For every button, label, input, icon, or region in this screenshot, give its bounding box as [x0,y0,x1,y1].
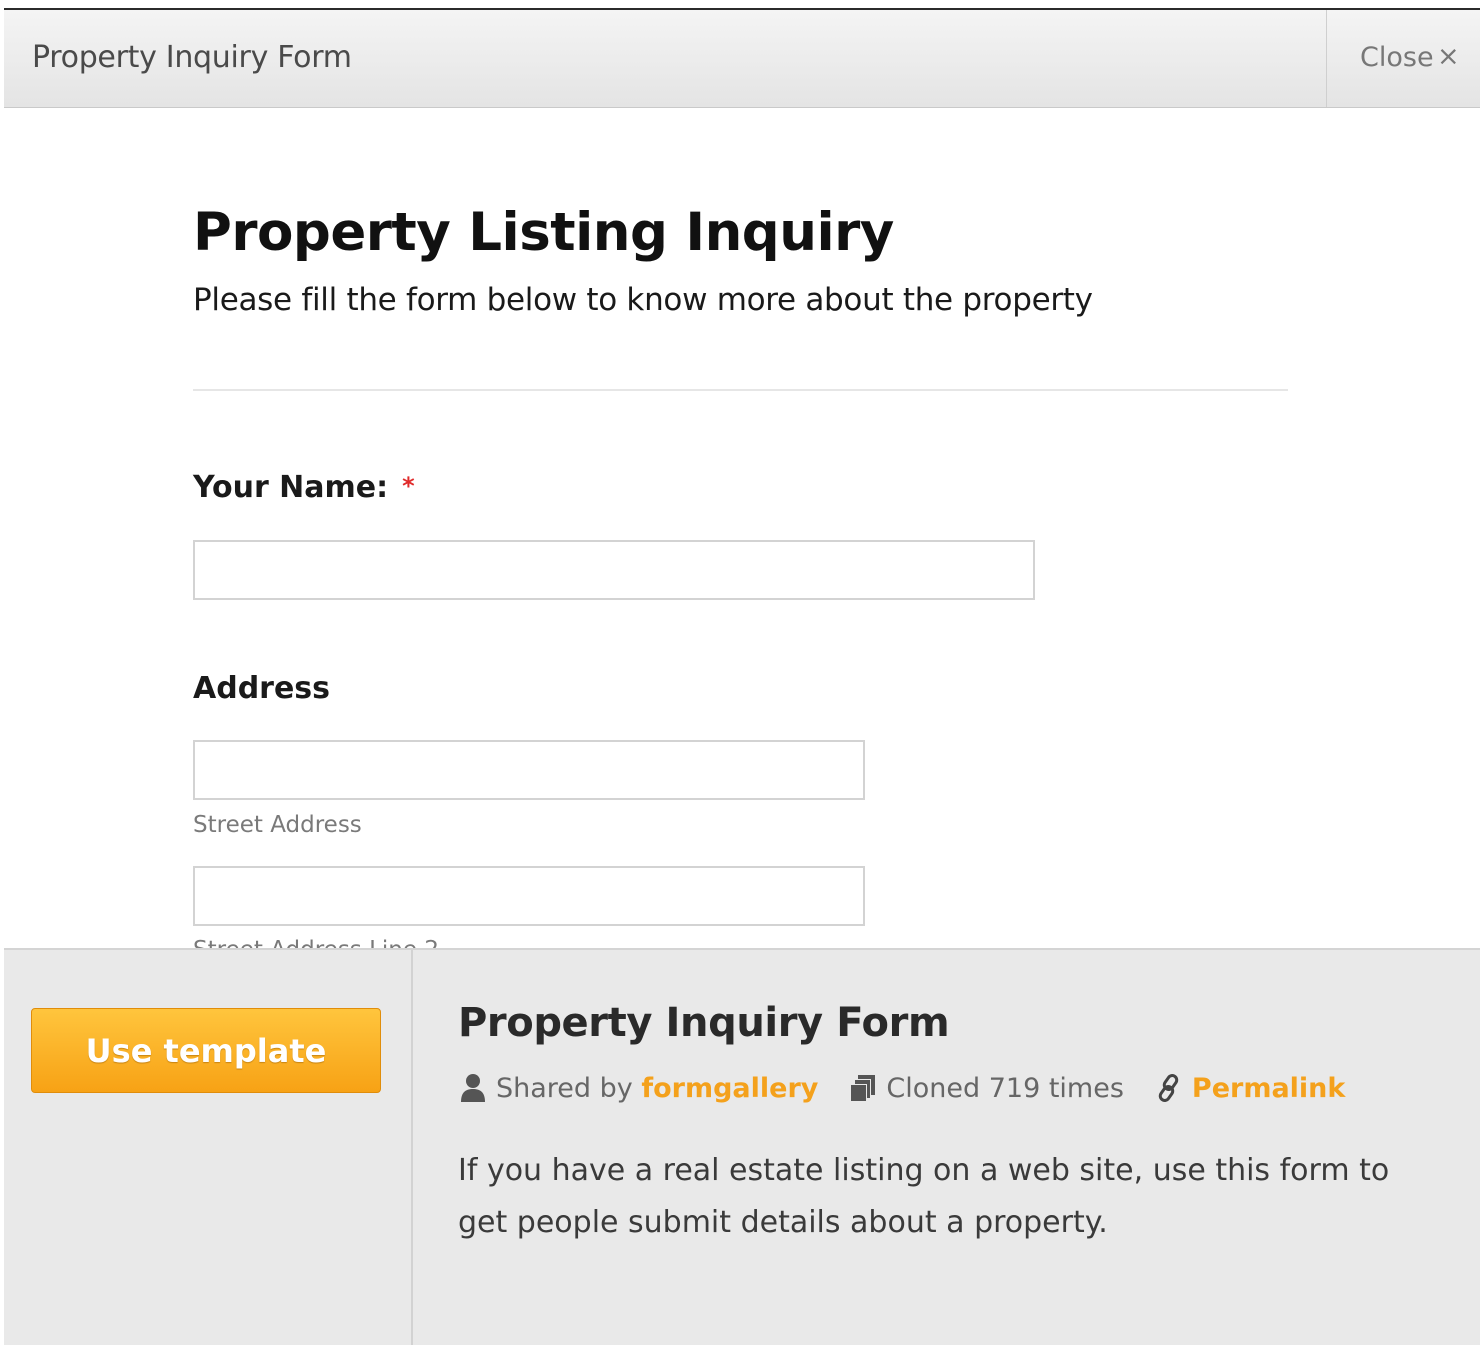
link-icon [1154,1072,1184,1104]
close-icon: × [1437,41,1460,72]
form-title: Property Listing Inquiry [193,202,894,263]
street-address-line2-input[interactable] [193,866,865,926]
template-actions: Use template [4,950,413,1345]
use-template-button[interactable]: Use template [31,1008,381,1093]
modal-header: Property Inquiry Form Close × [4,10,1480,108]
name-label-text: Your Name: [193,470,389,505]
permalink-link[interactable]: Permalink [1192,1073,1345,1104]
shared-by-prefix: Shared by [496,1072,633,1104]
street-address-input[interactable] [193,740,865,800]
close-label: Close [1360,42,1434,73]
shared-by-user-link[interactable]: formgallery [641,1073,818,1104]
modal-title: Property Inquiry Form [32,40,352,75]
clone-icon [848,1072,878,1104]
form-divider [193,389,1288,391]
user-icon [458,1072,488,1104]
template-preview-modal: Property Inquiry Form Close × Property L… [4,8,1480,1345]
required-marker: * [402,472,415,500]
name-input[interactable] [193,540,1035,600]
name-field-label: Your Name: * [193,470,415,505]
template-description: If you have a real estate listing on a w… [458,1153,1390,1240]
template-title: Property Inquiry Form [458,1000,950,1046]
address-label: Address [193,671,331,706]
street-address-line2-sublabel: Street Address Line 2 [193,937,439,948]
form-subtitle: Please fill the form below to know more … [193,282,1093,318]
street-address-sublabel: Street Address [193,812,362,838]
form-preview: Property Listing Inquiry Please fill the… [4,108,1480,948]
cloned-count: Cloned 719 times [886,1072,1124,1104]
close-button[interactable]: Close × [1326,10,1480,107]
template-meta: Shared by formgallery Cloned 719 times P… [458,1068,1345,1108]
template-info-panel: Use template Property Inquiry Form Share… [4,948,1480,1345]
